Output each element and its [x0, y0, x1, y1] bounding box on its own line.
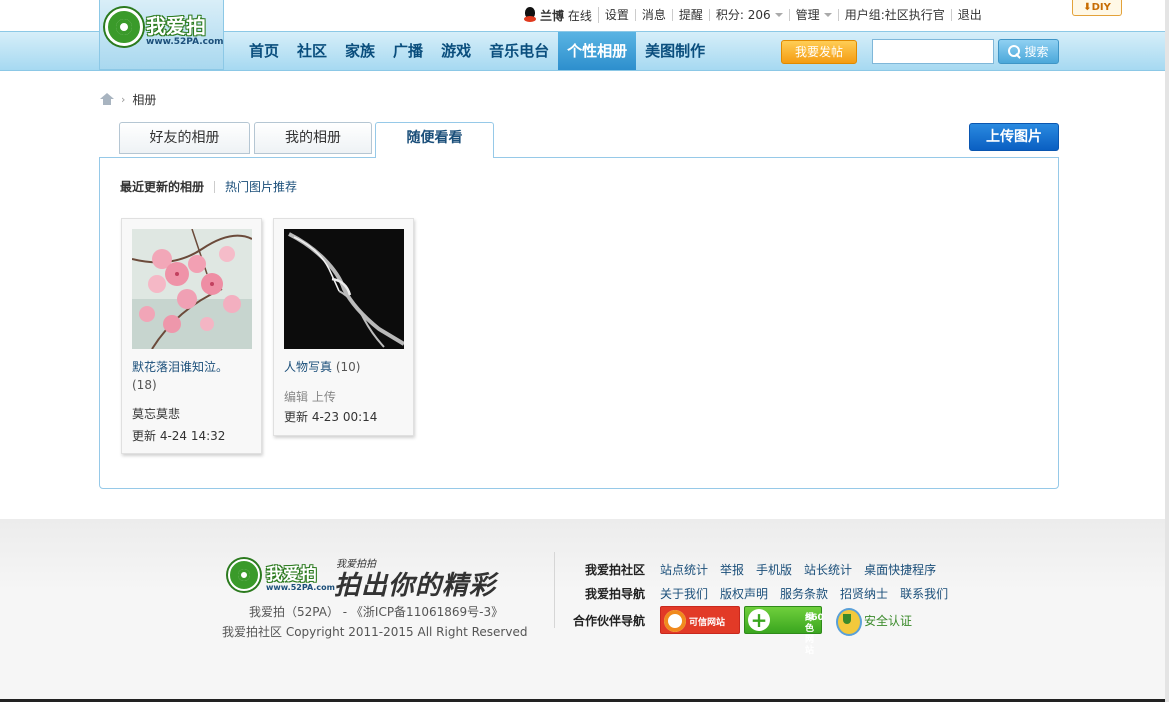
breadcrumb-current: 相册 [132, 92, 157, 107]
nav-music-radio[interactable]: 音乐电台 [480, 32, 558, 70]
footer-logo-text: 我爱拍 [266, 565, 317, 585]
security-certification-link[interactable]: 安全认证 [864, 612, 912, 629]
footer-link-terms[interactable]: 服务条款 [780, 585, 828, 602]
messages-link[interactable]: 消息 [636, 9, 673, 21]
album-title-link[interactable]: 默花落泪谁知泣。 [132, 360, 228, 374]
chevron-down-icon [774, 13, 783, 17]
footer-link-copyright[interactable]: 版权声明 [720, 585, 768, 602]
album-thumbnail[interactable] [284, 229, 404, 349]
manage-label: 管理 [795, 8, 820, 22]
search-button[interactable]: 搜索 [998, 39, 1059, 64]
home-icon[interactable] [100, 93, 114, 105]
nav-home[interactable]: 首页 [240, 32, 288, 70]
album-card: 默花落泪谁知泣。 (18) 莫忘莫悲 更新 4-24 14:32 [121, 218, 262, 454]
nav-album[interactable]: 个性相册 [558, 32, 637, 70]
footer-row-label: 我爱拍导航 [584, 587, 645, 601]
nav-community[interactable]: 社区 [288, 32, 336, 70]
site-logo[interactable]: 我爱拍 www.52PA.com [99, 0, 224, 70]
points-dropdown[interactable]: 积分: 206 [710, 9, 790, 21]
breadcrumb-separator-icon: › [121, 92, 126, 106]
trusted-site-badge[interactable]: 可信网站 [660, 606, 740, 634]
tab-friends-albums[interactable]: 好友的相册 [119, 122, 250, 154]
nav-family[interactable]: 家族 [336, 32, 384, 70]
logout-link[interactable]: 退出 [952, 9, 988, 21]
album-updated: 更新 4-23 00:14 [284, 410, 378, 424]
footer-copyright: 我爱拍社区 Copyright 2011-2015 All Right Rese… [222, 625, 528, 639]
album-panel: 最近更新的相册 热门图片推荐 默花落泪谁知泣。 (18) 莫忘莫悲 更新 4-2… [99, 157, 1059, 489]
online-status: 在线 [567, 9, 592, 23]
album-thumbnail[interactable] [132, 229, 252, 349]
diy-button[interactable]: ⬇DIY [1072, 0, 1122, 16]
user-status[interactable]: 兰博 在线 [517, 7, 599, 23]
badge-360-line2: 绿色网站 [805, 613, 815, 656]
footer: 我爱拍 www.52PA.com 我爱拍拍 拍出你的精彩 我爱拍（52PA） -… [0, 519, 1169, 699]
reminders-link[interactable]: 提醒 [673, 9, 710, 21]
footer-link-webmaster-stats[interactable]: 站长统计 [804, 561, 852, 578]
album-updated: 更新 4-24 14:32 [132, 429, 226, 443]
tab-my-albums[interactable]: 我的相册 [254, 122, 372, 154]
breadcrumb: › 相册 [100, 91, 156, 107]
camera-aperture-icon [105, 8, 143, 46]
diy-label: DIY [1091, 2, 1111, 13]
green-site-360-badge[interactable]: 360绿色网站 [744, 606, 824, 656]
main-nav: 首页 社区 家族 广播 游戏 音乐电台 个性相册 美图制作 [240, 32, 714, 70]
username[interactable]: 兰博 [540, 9, 564, 23]
album-count: (18) [132, 378, 157, 392]
trusted-site-label: 可信网站 [689, 618, 726, 628]
pink-blossom-thumbnail [132, 229, 252, 349]
security-shield-icon [834, 608, 862, 636]
album-actions[interactable]: 编辑 上传 [284, 388, 336, 405]
footer-row-community: 我爱拍社区 站点统计 举报 手机版 站长统计 桌面快捷程序 [560, 561, 948, 578]
scrollbar[interactable] [1165, 0, 1169, 702]
footer-row-label: 我爱拍社区 [584, 563, 645, 577]
footer-icp: 我爱拍（52PA） - 《浙ICP备11061869号-3》 [249, 605, 504, 619]
search-button-label: 搜索 [1024, 45, 1049, 59]
footer-link-contact[interactable]: 联系我们 [900, 585, 948, 602]
footer-row-navigation: 我爱拍导航 关于我们 版权声明 服务条款 招贤纳士 联系我们 [560, 585, 960, 602]
tab-browse[interactable]: 随便看看 [375, 122, 494, 158]
search-icon [1008, 45, 1021, 58]
footer-logo-url: www.52PA.com [266, 583, 335, 592]
manage-dropdown[interactable]: 管理 [790, 9, 839, 21]
footer-link-about[interactable]: 关于我们 [660, 585, 708, 602]
nav-broadcast[interactable]: 广播 [384, 32, 432, 70]
logo-url: www.52PA.com [146, 37, 224, 47]
footer-link-jobs[interactable]: 招贤纳士 [840, 585, 888, 602]
chevron-down-icon [823, 13, 832, 17]
footer-row-label: 合作伙伴导航 [572, 613, 645, 628]
smoke-thumbnail [284, 229, 404, 349]
footer-logo: 我爱拍 www.52PA.com 我爱拍拍 拍出你的精彩 [228, 555, 498, 601]
album-title-link[interactable]: 人物写真 [284, 360, 332, 374]
album-subtabs: 最近更新的相册 热门图片推荐 [120, 178, 297, 195]
user-bar: 兰博 在线 设置 消息 提醒 积分: 206 管理 用户组:社区执行官 退出 [517, 6, 988, 24]
footer-link-mobile[interactable]: 手机版 [756, 561, 792, 578]
camera-aperture-icon [228, 559, 260, 591]
new-post-button[interactable]: 我要发帖 [781, 40, 857, 64]
upload-image-button[interactable]: 上传图片 [969, 123, 1059, 151]
album-title: 人物写真 (10) [284, 358, 409, 376]
subtab-divider [214, 180, 216, 193]
album-owner[interactable]: 莫忘莫悲 [132, 405, 180, 422]
footer-divider [554, 552, 555, 628]
points-label: 积分: 206 [715, 8, 771, 22]
user-group-link[interactable]: 用户组:社区执行官 [839, 9, 952, 21]
nav-games[interactable]: 游戏 [432, 32, 480, 70]
search-input[interactable] [872, 39, 994, 64]
album-card: 人物写真 (10) 编辑 上传 更新 4-23 00:14 [273, 218, 414, 436]
footer-link-report[interactable]: 举报 [720, 561, 744, 578]
footer-link-desktop-shortcut[interactable]: 桌面快捷程序 [864, 561, 936, 578]
subtab-recent-albums[interactable]: 最近更新的相册 [120, 178, 204, 195]
settings-link[interactable]: 设置 [599, 9, 636, 21]
logo-text: 我爱拍 [146, 14, 206, 38]
footer-row-partners: 合作伙伴导航 可信网站 360绿色网站 安全认证 [560, 606, 912, 656]
nav-photo-edit[interactable]: 美图制作 [636, 32, 714, 70]
album-title: 默花落泪谁知泣。 (18) [132, 358, 257, 394]
album-count: (10) [335, 360, 361, 374]
footer-link-site-stats[interactable]: 站点统计 [660, 561, 708, 578]
qq-penguin-icon [523, 7, 537, 23]
subtab-hot-images[interactable]: 热门图片推荐 [225, 178, 297, 195]
footer-slogan: 拍出你的精彩 [334, 571, 497, 601]
